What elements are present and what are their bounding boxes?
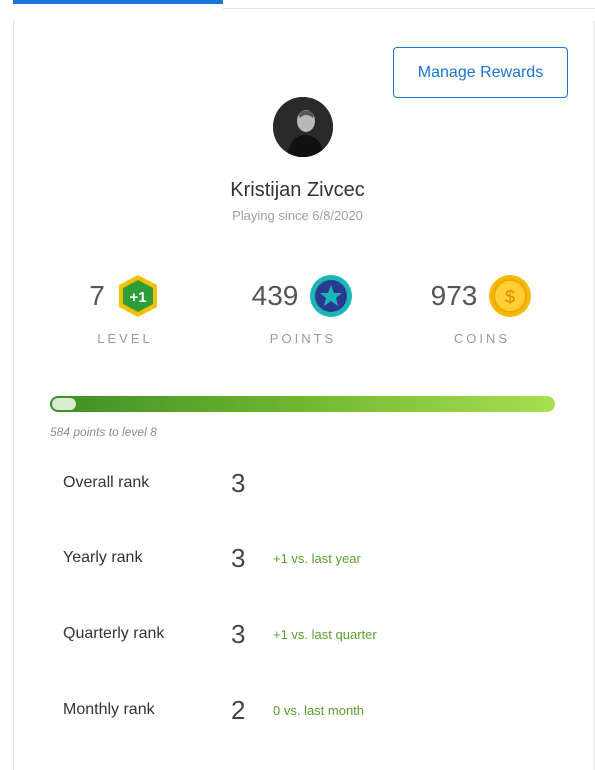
coins-value: 973 <box>430 280 478 311</box>
coin-symbol: $ <box>505 287 515 307</box>
stat-level: 7 +1 LEVEL <box>25 270 225 346</box>
progress-text: 584 points to level 8 <box>50 425 157 439</box>
progress-bar-knob <box>52 398 76 410</box>
tab-divider <box>223 8 595 9</box>
stat-points: 439 POINTS <box>203 270 403 346</box>
rank-delta: +1 vs. last year <box>273 550 361 566</box>
rank-label: Yearly rank <box>63 549 143 566</box>
rank-label: Overall rank <box>63 474 150 491</box>
rank-delta: +1 vs. last quarter <box>273 626 377 642</box>
rank-value: 3 <box>231 542 246 573</box>
coin-icon: $ <box>489 275 532 317</box>
points-value: 439 <box>251 280 299 311</box>
rank-row-quarterly: Quarterly rank 3 +1 vs. last quarter <box>63 614 563 654</box>
rank-value: 3 <box>231 467 246 498</box>
rank-label: Quarterly rank <box>63 625 165 642</box>
points-label: POINTS <box>269 331 337 346</box>
level-hexagon-icon: +1 <box>118 275 157 317</box>
star-seal-icon <box>310 275 353 317</box>
avatar-photo-icon <box>273 97 333 157</box>
manage-rewards-button[interactable]: Manage Rewards <box>393 47 568 98</box>
rank-value: 3 <box>231 618 246 649</box>
stat-coins: 973 $ COINS <box>382 270 582 346</box>
player-name: Kristijan Zivcec <box>230 179 365 201</box>
rank-row-overall: Overall rank 3 <box>63 463 563 503</box>
coins-label: COINS <box>453 331 511 346</box>
rank-value: 2 <box>231 694 246 725</box>
level-badge-text: +1 <box>129 289 146 306</box>
avatar <box>273 97 333 157</box>
level-label: LEVEL <box>97 331 153 346</box>
rank-row-monthly: Monthly rank 2 0 vs. last month <box>63 690 563 730</box>
active-tab-indicator <box>13 0 223 4</box>
level-progress-bar <box>50 396 555 412</box>
level-value: 7 <box>89 280 105 311</box>
rank-delta: 0 vs. last month <box>273 702 365 718</box>
rank-row-yearly: Yearly rank 3 +1 vs. last year <box>63 538 563 578</box>
rank-label: Monthly rank <box>63 701 155 718</box>
playing-since: Playing since 6/8/2020 <box>232 208 363 223</box>
